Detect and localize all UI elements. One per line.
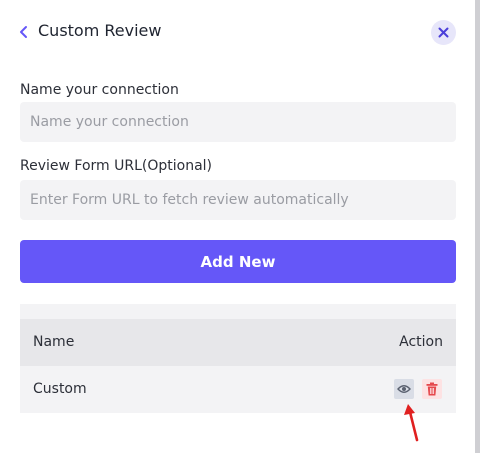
trash-icon — [426, 382, 438, 396]
column-header-name: Name — [33, 334, 75, 350]
panel-header: Custom Review — [0, 0, 470, 64]
table-header-row: Name Action — [20, 319, 456, 366]
close-button[interactable] — [431, 20, 456, 45]
eye-icon — [397, 385, 411, 393]
column-header-action: Action — [399, 334, 443, 350]
connections-table: Name Action Custom — [20, 304, 456, 413]
row-name-cell: Custom — [33, 381, 87, 397]
connection-name-input[interactable] — [20, 102, 456, 142]
add-new-button[interactable]: Add New — [20, 240, 456, 283]
page-title: Custom Review — [38, 21, 162, 40]
form-url-input[interactable] — [20, 180, 456, 220]
view-button[interactable] — [394, 379, 414, 399]
table-row: Custom — [20, 366, 456, 413]
annotation-arrow-icon — [404, 404, 419, 442]
delete-button[interactable] — [422, 379, 442, 399]
chevron-left-icon — [20, 26, 27, 38]
scrollbar[interactable] — [475, 0, 480, 453]
form-url-label: Review Form URL(Optional) — [20, 158, 213, 174]
close-icon — [438, 27, 449, 38]
back-button[interactable] — [17, 22, 33, 42]
connection-name-label: Name your connection — [20, 82, 179, 98]
